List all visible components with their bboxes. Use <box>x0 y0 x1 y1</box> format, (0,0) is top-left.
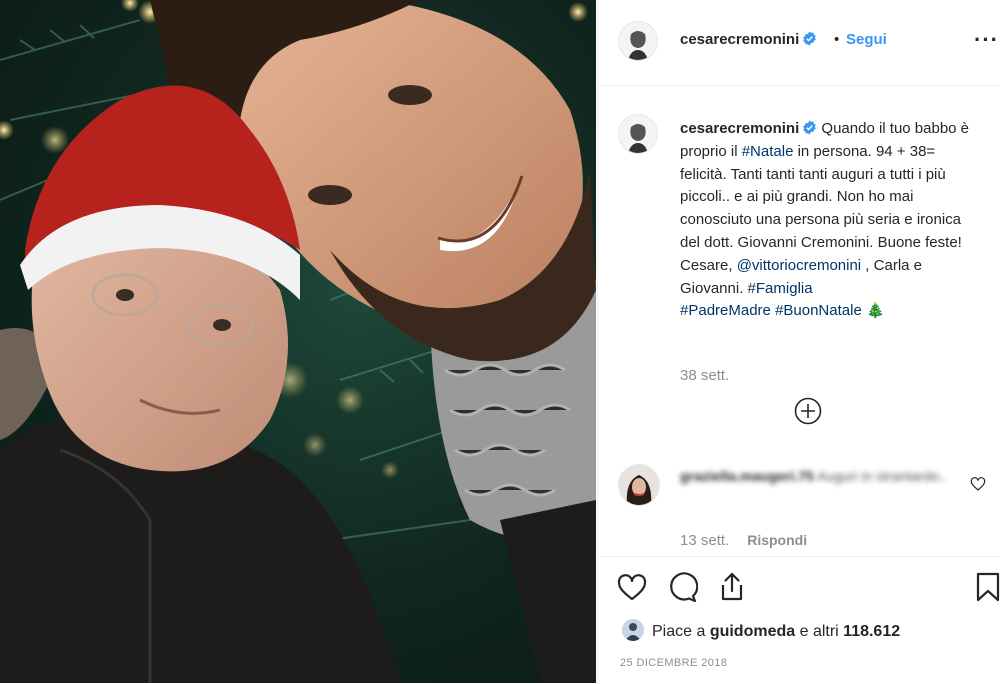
post-header: cesarecremonini • Segui ··· <box>598 0 1000 86</box>
hashtag-natale[interactable]: #Natale <box>742 143 794 160</box>
hashtag-buonnatale[interactable]: #BuonNatale <box>775 302 862 319</box>
liker-avatar[interactable] <box>622 619 644 641</box>
comment-like-heart-icon[interactable] <box>970 476 986 492</box>
caption-author-avatar[interactable] <box>618 114 658 154</box>
caption-text-2: in persona. 94 + 38= felicità. Tanti tan… <box>680 142 962 274</box>
author-username[interactable]: cesarecremonini <box>680 31 817 48</box>
photo-illustration <box>0 0 596 683</box>
load-more-comments-icon[interactable] <box>794 397 822 425</box>
post-side-panel: cesarecremonini • Segui ··· cesarecremon… <box>597 0 1000 683</box>
comment-body: Auguri in strantardo.. <box>816 468 947 484</box>
comments-area: cesarecremonini Quando il tuo babbo è pr… <box>598 86 1000 556</box>
like-heart-icon[interactable] <box>616 571 648 603</box>
share-icon[interactable] <box>716 571 748 603</box>
reply-button[interactable]: Rispondi <box>747 532 807 548</box>
mention-vittoriocremonini[interactable]: @vittoriocremonini <box>737 257 861 274</box>
author-avatar[interactable] <box>618 21 658 61</box>
likes-middle: e altri <box>795 623 844 640</box>
hashtag-famiglia[interactable]: #Famiglia <box>748 280 813 297</box>
caption-username[interactable]: cesarecremonini <box>680 120 799 137</box>
comment-meta: 13 sett. Rispondi <box>680 532 807 549</box>
likes-prefix: Piace a <box>652 623 710 640</box>
hashtag-padremadre[interactable]: #PadreMadre <box>680 302 771 319</box>
post-caption: cesarecremonini Quando il tuo babbo è pr… <box>680 118 980 323</box>
post-date[interactable]: 25 DICEMBRE 2018 <box>620 657 727 669</box>
liker-username[interactable]: guidomeda <box>710 623 795 640</box>
caption-timestamp[interactable]: 38 sett. <box>680 367 729 384</box>
verified-badge-icon <box>803 120 817 135</box>
likes-summary: Piace a guidomeda e altri 118.612 <box>622 619 900 641</box>
comment-text: graziella.maugeri.75 Auguri in strantard… <box>680 466 960 487</box>
dot-separator: • <box>834 31 840 48</box>
commenter-avatar[interactable] <box>618 464 660 506</box>
christmas-tree-emoji: 🎄 <box>865 302 885 320</box>
more-horizontal-icon[interactable]: ··· <box>974 27 999 53</box>
comment-bubble-icon[interactable] <box>666 571 698 603</box>
commenter-username[interactable]: graziella.maugeri.75 <box>680 468 814 484</box>
post-actions: Piace a guidomeda e altri 118.612 25 DIC… <box>598 556 1000 684</box>
comment-timestamp[interactable]: 13 sett. <box>680 532 729 549</box>
follow-button[interactable]: Segui <box>846 31 887 48</box>
post-photo[interactable] <box>0 0 596 683</box>
author-username-text[interactable]: cesarecremonini <box>680 31 799 48</box>
verified-badge-icon <box>803 31 817 46</box>
likes-count[interactable]: 118.612 <box>843 623 900 640</box>
bookmark-icon[interactable] <box>972 571 1000 603</box>
